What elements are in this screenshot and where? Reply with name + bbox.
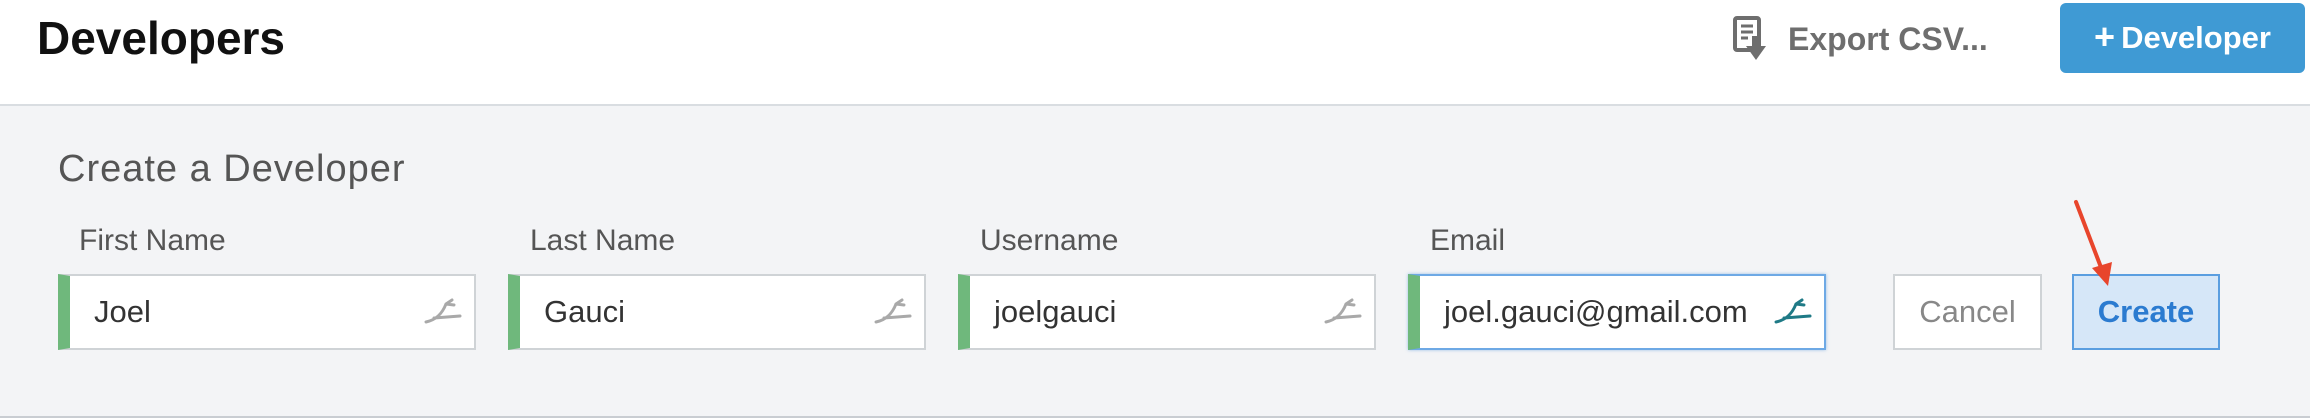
email-value: joel.gauci@gmail.com: [1444, 294, 1748, 329]
export-csv-icon: [1733, 16, 1766, 60]
autofill-icon[interactable]: [1772, 296, 1814, 328]
email-label: Email: [1430, 224, 1506, 257]
autofill-icon[interactable]: [422, 296, 464, 328]
first-name-value: Joel: [94, 294, 151, 329]
username-label: Username: [980, 224, 1119, 257]
add-developer-button[interactable]: + Developer: [2060, 3, 2305, 73]
form-title: Create a Developer: [58, 148, 406, 190]
export-csv-button[interactable]: Export CSV...: [1732, 14, 1988, 64]
annotation-arrow: [2074, 200, 2112, 286]
first-name-field[interactable]: Joel: [58, 274, 476, 350]
export-csv-label: Export CSV...: [1788, 20, 1988, 57]
create-developer-panel: Create a Developer First Name Joel Last …: [0, 106, 2310, 418]
last-name-label: Last Name: [530, 224, 676, 257]
email-field[interactable]: joel.gauci@gmail.com: [1408, 274, 1826, 350]
plus-icon: +: [2094, 15, 2116, 57]
autofill-icon[interactable]: [1322, 296, 1364, 328]
autofill-icon[interactable]: [872, 296, 914, 328]
first-name-label: First Name: [79, 224, 226, 257]
page-title: Developers: [37, 12, 286, 64]
last-name-field[interactable]: Gauci: [508, 274, 926, 350]
cancel-button[interactable]: Cancel: [1893, 274, 2042, 350]
last-name-value: Gauci: [544, 294, 625, 329]
page-header: Developers Export CSV... + Developer: [0, 0, 2310, 106]
add-developer-label: Developer: [2121, 20, 2271, 55]
username-value: joelgauci: [994, 294, 1117, 329]
username-field[interactable]: joelgauci: [958, 274, 1376, 350]
